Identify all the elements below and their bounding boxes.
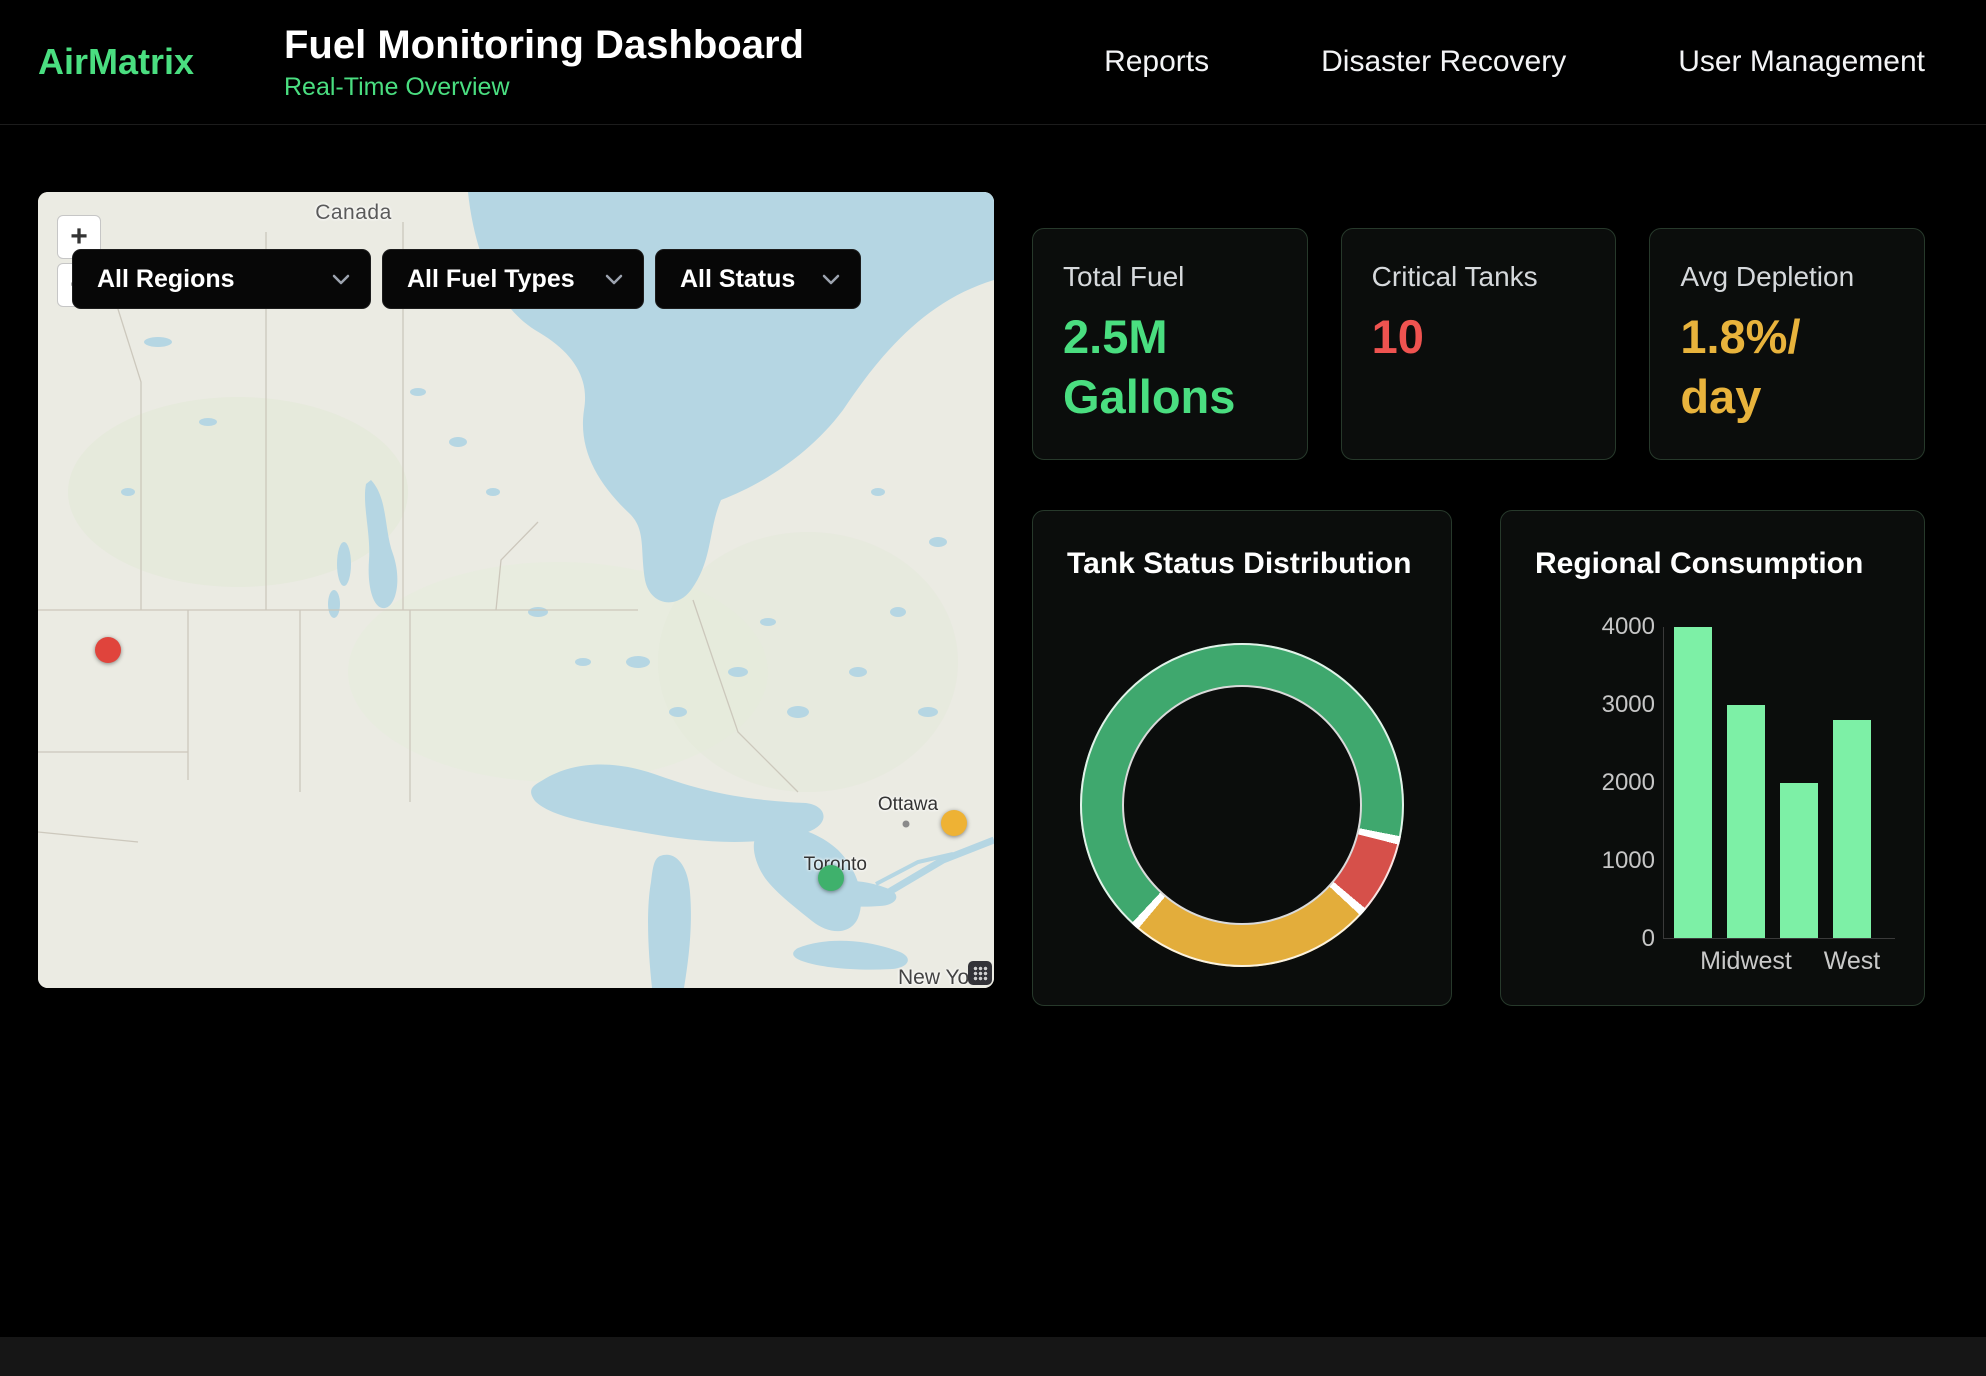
bar-chart-title: Regional Consumption <box>1535 545 1890 583</box>
main-nav: Reports Disaster Recovery User Managemen… <box>1104 45 1925 79</box>
map-marker-warning[interactable] <box>941 810 967 836</box>
status-filter-value: All Status <box>680 265 795 294</box>
nav-reports[interactable]: Reports <box>1104 45 1209 79</box>
map-basemap <box>38 192 994 988</box>
fuel-type-filter-value: All Fuel Types <box>407 265 575 294</box>
stat-value: 1.8%/day <box>1680 307 1894 427</box>
regional-consumption-card: Regional Consumption 40003000200010000 M… <box>1500 510 1925 1006</box>
nav-disaster-recovery[interactable]: Disaster Recovery <box>1321 45 1566 79</box>
y-tick-label: 2000 <box>1602 769 1655 797</box>
bar-yticks: 40003000200010000 <box>1535 627 1655 939</box>
bar-chart: 40003000200010000 MidwestWest <box>1535 627 1890 1006</box>
page-subtitle: Real-Time Overview <box>284 73 804 102</box>
title-block: Fuel Monitoring Dashboard Real-Time Over… <box>284 23 804 102</box>
status-filter-select[interactable]: All Status <box>655 249 861 309</box>
map-marker-critical[interactable] <box>95 637 121 663</box>
stat-card-avg-depletion: Avg Depletion 1.8%/day <box>1649 228 1925 460</box>
bar-xlabels: Midwest West <box>1535 947 1890 981</box>
fuel-type-filter-select[interactable]: All Fuel Types <box>382 249 644 309</box>
header: AirMatrix Fuel Monitoring Dashboard Real… <box>0 0 1986 125</box>
donut-chart-title: Tank Status Distribution <box>1067 545 1417 583</box>
donut-chart <box>1080 643 1404 967</box>
stat-label: Critical Tanks <box>1372 261 1586 293</box>
stat-value: 2.5MGallons <box>1063 307 1277 427</box>
y-tick-label: 1000 <box>1602 847 1655 875</box>
stats-row: Total Fuel 2.5MGallons Critical Tanks 10… <box>1032 228 1925 460</box>
stat-card-critical-tanks: Critical Tanks 10 <box>1341 228 1617 460</box>
map-marker-normal[interactable] <box>818 865 844 891</box>
resize-handle[interactable] <box>968 961 992 985</box>
app-root: AirMatrix Fuel Monitoring Dashboard Real… <box>0 0 1986 1376</box>
region-filter-select[interactable]: All Regions <box>72 249 371 309</box>
bar-3 <box>1833 720 1871 938</box>
bar-plot <box>1663 627 1895 939</box>
grip-dots-icon <box>973 966 988 981</box>
stat-value: 10 <box>1372 307 1586 367</box>
chevron-down-icon <box>332 274 350 285</box>
map-filters: All Regions All Fuel Types All Status <box>72 249 861 309</box>
nav-user-management[interactable]: User Management <box>1678 45 1925 79</box>
stat-label: Total Fuel <box>1063 261 1277 293</box>
x-tick-label: West <box>1824 947 1881 976</box>
bar-2 <box>1780 783 1818 939</box>
recent-alerts-section: Recent Alerts Tank 2: Low fuel warning 3… <box>0 1008 1986 1376</box>
bottom-strip <box>0 1337 1986 1376</box>
chevron-down-icon <box>822 274 840 285</box>
page-title: Fuel Monitoring Dashboard <box>284 23 804 67</box>
charts-row: Tank Status Distribution Regional Consum… <box>1032 510 1925 1006</box>
tank-status-card: Tank Status Distribution <box>1032 510 1452 1006</box>
app-logo[interactable]: AirMatrix <box>38 41 284 83</box>
y-tick-label: 4000 <box>1602 613 1655 641</box>
y-tick-label: 3000 <box>1602 691 1655 719</box>
chevron-down-icon <box>605 274 623 285</box>
x-tick-label: Midwest <box>1700 947 1792 976</box>
stat-label: Avg Depletion <box>1680 261 1894 293</box>
bar-0 <box>1674 627 1712 938</box>
region-filter-value: All Regions <box>97 265 235 294</box>
stat-card-total-fuel: Total Fuel 2.5MGallons <box>1032 228 1308 460</box>
bar-1 <box>1727 705 1765 938</box>
map[interactable]: Canada Ottawa Toronto New York + − All R… <box>38 192 994 988</box>
